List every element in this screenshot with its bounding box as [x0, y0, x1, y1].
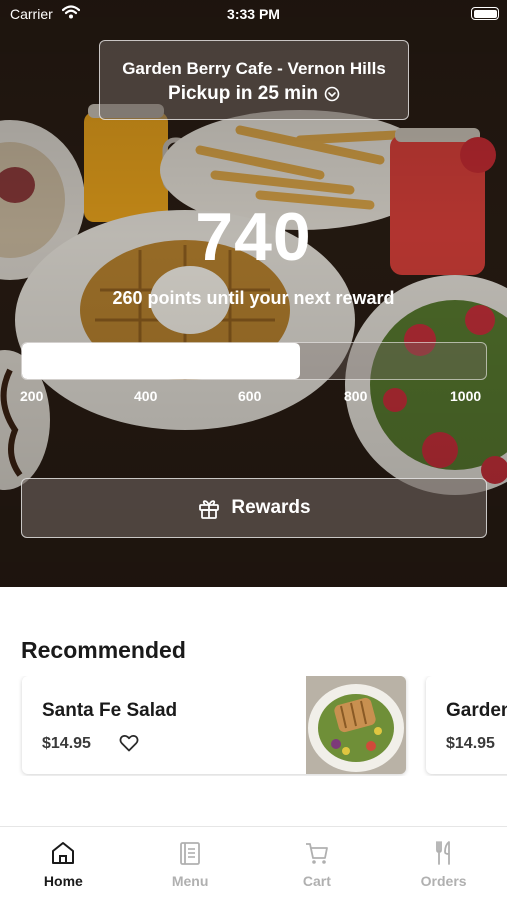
fork-knife-icon — [435, 841, 450, 865]
pickup-time-label: Pickup in 25 min — [168, 83, 318, 104]
hero-banner: Carrier 3:33 PM Garden Berry Cafe - Vern… — [0, 0, 507, 587]
rewards-progress-bar — [21, 342, 487, 380]
recommended-item-card[interactable]: Santa Fe Salad $14.95 — [22, 676, 406, 774]
recommended-item-card[interactable]: Garden $14.95 — [426, 676, 507, 774]
rewards-button[interactable]: Rewards — [21, 478, 487, 538]
points-balance: 740 — [195, 199, 312, 275]
progress-tick-label: 400 — [134, 388, 158, 404]
home-icon — [52, 842, 75, 864]
gift-icon — [199, 500, 220, 519]
item-price: $14.95 — [446, 735, 495, 752]
recommended-title: Recommended — [21, 637, 186, 663]
tab-label: Cart — [302, 873, 331, 889]
bottom-tab-bar: Home Menu Cart Orders — [0, 826, 507, 900]
tab-cart[interactable]: Cart — [254, 827, 381, 900]
tab-label: Menu — [171, 873, 209, 889]
progress-tick-label: 600 — [238, 388, 262, 404]
clock-time: 3:33 PM — [227, 6, 280, 22]
progress-tick-label: 200 — [20, 388, 44, 404]
store-name: Garden Berry Cafe - Vernon Hills — [122, 59, 386, 78]
cart-icon — [305, 843, 328, 864]
store-selector[interactable]: Garden Berry Cafe - Vernon Hills Pickup … — [99, 40, 409, 120]
rewards-button-label: Rewards — [231, 497, 311, 518]
heart-icon[interactable] — [119, 734, 139, 752]
progress-tick-label: 800 — [344, 388, 368, 404]
tab-label: Orders — [420, 873, 467, 889]
chevron-down-circle-icon — [324, 86, 340, 102]
status-bar: Carrier 3:33 PM — [0, 0, 507, 30]
rewards-progress-fill — [22, 343, 301, 379]
points-until-reward: 260 points until your next reward — [112, 288, 395, 308]
tab-label: Home — [43, 873, 83, 889]
item-image — [306, 676, 406, 774]
tab-orders[interactable]: Orders — [380, 827, 507, 900]
tab-menu[interactable]: Menu — [127, 827, 254, 900]
menu-icon — [180, 842, 201, 865]
item-name: Garden — [446, 700, 507, 721]
battery-icon — [471, 7, 499, 20]
recommended-carousel[interactable]: Santa Fe Salad $14.95 Garden $14.95 — [0, 676, 507, 776]
progress-tick-label: 1000 — [450, 388, 482, 404]
pickup-time-row[interactable]: Pickup in 25 min — [100, 83, 408, 105]
tab-home[interactable]: Home — [0, 827, 127, 900]
item-name: Santa Fe Salad — [42, 700, 178, 721]
item-price: $14.95 — [42, 735, 91, 752]
